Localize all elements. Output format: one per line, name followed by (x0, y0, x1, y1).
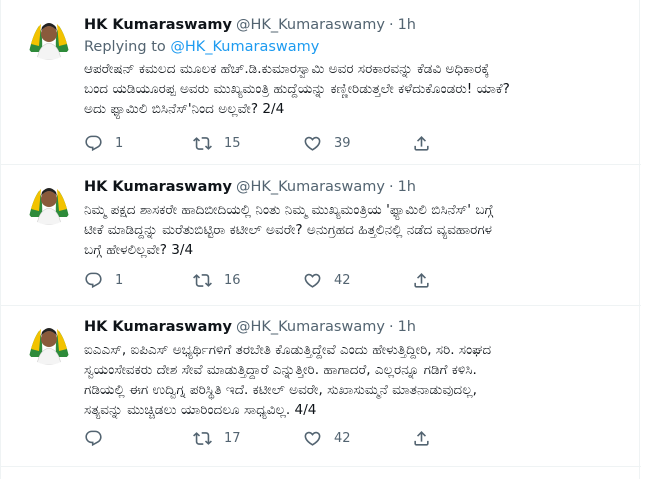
retweet-button[interactable]: 15 (193, 134, 244, 153)
retweet-icon (193, 136, 212, 150)
tweet-text: ನಿಮ್ಮ ಪಕ್ಷದ ಶಾಸಕರೇ ಹಾದಿಬೀದಿಯಲ್ಲಿ ನಿಂತು ನ… (84, 202, 494, 258)
timestamp[interactable]: 1h (398, 319, 416, 335)
heart-icon (304, 273, 321, 288)
replying-to-mention[interactable]: @HK_Kumaraswamy (170, 39, 319, 55)
replying-to: Replying to @HK_Kumaraswamy (84, 37, 629, 57)
avatar-image (25, 317, 73, 365)
avatar[interactable] (25, 317, 73, 365)
user-handle[interactable]: @HK_Kumaraswamy (236, 319, 385, 335)
retweet-icon (193, 273, 212, 287)
share-icon (414, 430, 429, 446)
like-button[interactable]: 42 (303, 429, 354, 448)
share-icon (414, 272, 429, 288)
share-icon (414, 135, 429, 151)
reply-icon (85, 430, 102, 446)
user-handle[interactable]: @HK_Kumaraswamy (236, 17, 385, 33)
reply-count: 1 (115, 272, 124, 288)
retweet-count: 16 (224, 272, 241, 288)
retweet-count: 17 (224, 430, 241, 446)
retweet-button[interactable]: 16 (193, 271, 244, 290)
avatar[interactable] (25, 12, 73, 60)
separator-dot: · (388, 179, 394, 195)
retweet-button[interactable]: 17 (193, 429, 244, 448)
like-count: 39 (334, 135, 351, 151)
reply-icon (85, 272, 102, 288)
tweet-header: HK Kumaraswamy @HK_Kumaraswamy · 1h (84, 15, 629, 35)
like-count: 42 (334, 430, 351, 446)
tweet-header: HK Kumaraswamy @HK_Kumaraswamy · 1h (84, 317, 629, 337)
separator-dot: · (388, 17, 394, 33)
display-name[interactable]: HK Kumaraswamy (84, 179, 232, 195)
tweet-actions: 1 15 39 (84, 133, 524, 153)
display-name[interactable]: HK Kumaraswamy (84, 319, 232, 335)
tweet-text: ಐಎಎಸ್, ಐಪಿಎಸ್ ಅಭ್ಯರ್ಥಿಗಳಿಗೆ ತರಬೇತಿ ಕೊಡುತ… (84, 342, 492, 418)
tweet-actions: 1 16 42 (84, 270, 524, 290)
heart-icon (304, 431, 321, 446)
tweet[interactable]: HK Kumaraswamy @HK_Kumaraswamy · 1h Repl… (1, 0, 641, 165)
display-name[interactable]: HK Kumaraswamy (84, 17, 232, 33)
avatar[interactable] (25, 177, 73, 225)
like-button[interactable]: 42 (303, 271, 354, 290)
tweet-text: ಆಪರೇಷನ್ ಕಮಲದ ಮೂಲಕ ಹೆಚ್.ಡಿ.ಕುಮಾರಸ್ವಾಮಿ ಅವ… (84, 61, 510, 117)
like-button[interactable]: 39 (303, 134, 354, 153)
tweet-actions: 17 42 (84, 428, 524, 448)
avatar-image (25, 12, 73, 60)
reply-button[interactable] (84, 429, 135, 448)
reply-button[interactable]: 1 (84, 134, 135, 153)
timestamp[interactable]: 1h (398, 17, 416, 33)
replying-to-label: Replying to (84, 39, 166, 55)
reply-button[interactable]: 1 (84, 271, 135, 290)
tweet[interactable]: HK Kumaraswamy @HK_Kumaraswamy · 1h ಐಎಎಸ… (1, 307, 641, 467)
tweet[interactable]: HK Kumaraswamy @HK_Kumaraswamy · 1h ನಿಮ್… (1, 166, 641, 306)
share-button[interactable] (412, 429, 431, 448)
like-count: 42 (334, 272, 351, 288)
avatar-image (25, 177, 73, 225)
reply-count: 1 (115, 135, 124, 151)
retweet-count: 15 (224, 135, 241, 151)
share-button[interactable] (412, 134, 431, 153)
retweet-icon (193, 431, 212, 445)
heart-icon (304, 136, 321, 151)
tweet-header: HK Kumaraswamy @HK_Kumaraswamy · 1h (84, 177, 629, 197)
reply-icon (85, 135, 102, 151)
share-button[interactable] (412, 271, 431, 290)
timestamp[interactable]: 1h (398, 179, 416, 195)
user-handle[interactable]: @HK_Kumaraswamy (236, 179, 385, 195)
tweet-thread: HK Kumaraswamy @HK_Kumaraswamy · 1h Repl… (0, 0, 641, 479)
separator-dot: · (388, 319, 394, 335)
